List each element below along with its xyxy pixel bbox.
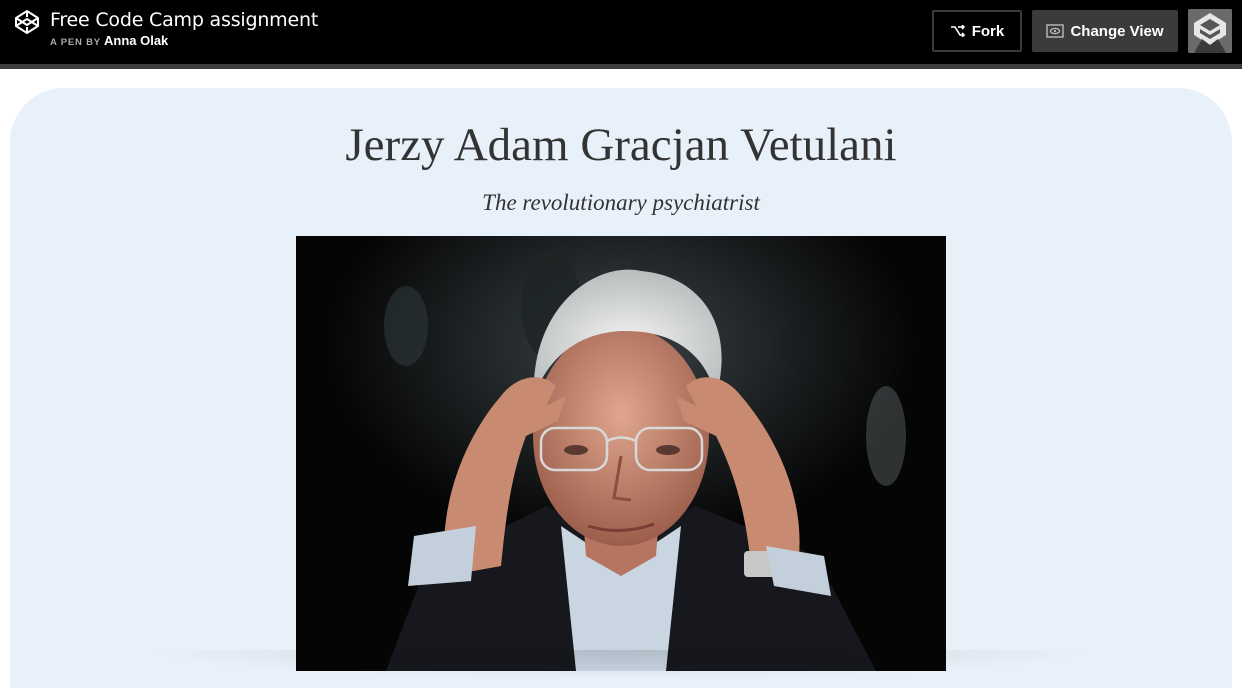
- codepen-logo-icon[interactable]: [14, 9, 40, 35]
- change-view-label: Change View: [1070, 22, 1164, 40]
- portrait-photo: [296, 236, 946, 671]
- photo-shadow: [140, 650, 1100, 680]
- change-view-button[interactable]: Change View: [1032, 10, 1178, 52]
- avatar-icon: [1188, 9, 1232, 53]
- fork-icon: [950, 25, 965, 37]
- eye-icon: [1046, 24, 1065, 38]
- fork-label: Fork: [971, 22, 1005, 40]
- byline-prefix: A PEN BY: [50, 37, 101, 48]
- page-subtitle: The revolutionary psychiatrist: [482, 190, 760, 215]
- page-title: Jerzy Adam Gracjan Vetulani: [345, 119, 897, 171]
- pen-byline: A PEN BY Anna Olak: [50, 34, 318, 50]
- portrait-illustration: [296, 236, 946, 671]
- header-divider: [0, 64, 1242, 69]
- author-link[interactable]: Anna Olak: [104, 33, 168, 48]
- fork-button[interactable]: Fork: [932, 10, 1022, 52]
- user-avatar[interactable]: [1188, 9, 1232, 53]
- codepen-header: Free Code Camp assignment A PEN BY Anna …: [0, 0, 1242, 64]
- pen-title-block: Free Code Camp assignment A PEN BY Anna …: [50, 8, 318, 50]
- pen-title: Free Code Camp assignment: [50, 9, 319, 31]
